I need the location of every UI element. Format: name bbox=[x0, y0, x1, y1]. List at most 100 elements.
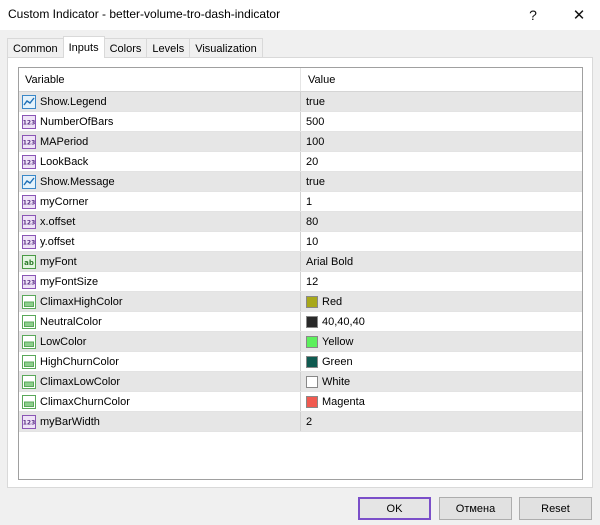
variable-cell[interactable]: ab myFont bbox=[19, 252, 301, 271]
value-cell[interactable]: Yellow bbox=[301, 332, 582, 351]
table-row[interactable]: 123 MAPeriod 100 bbox=[19, 132, 582, 152]
table-row[interactable]: 123 y.offset 10 bbox=[19, 232, 582, 252]
color-swatch[interactable] bbox=[306, 315, 318, 328]
tab-strip: Common Inputs Colors Levels Visualizatio… bbox=[7, 36, 263, 58]
variable-name: y.offset bbox=[40, 235, 75, 248]
value-cell[interactable]: White bbox=[301, 372, 582, 391]
variable-name: myFont bbox=[40, 255, 77, 268]
int-icon: 123 bbox=[21, 234, 37, 250]
variable-cell[interactable]: LowColor bbox=[19, 332, 301, 351]
tab-inputs[interactable]: Inputs bbox=[62, 36, 105, 58]
ok-button[interactable]: OK bbox=[358, 497, 431, 520]
variable-name: LookBack bbox=[40, 155, 89, 168]
variable-cell[interactable]: 123 x.offset bbox=[19, 212, 301, 231]
value-cell[interactable]: Red bbox=[301, 292, 582, 311]
table-row[interactable]: ClimaxChurnColor Magenta bbox=[19, 392, 582, 412]
bool-icon bbox=[21, 94, 37, 110]
value-cell[interactable]: Magenta bbox=[301, 392, 582, 411]
table-row[interactable]: HighChurnColor Green bbox=[19, 352, 582, 372]
tab-levels[interactable]: Levels bbox=[146, 38, 191, 58]
table-row[interactable]: NeutralColor 40,40,40 bbox=[19, 312, 582, 332]
table-row[interactable]: 123 LookBack 20 bbox=[19, 152, 582, 172]
header-variable[interactable]: Variable bbox=[19, 68, 301, 91]
close-button[interactable]: ✕ bbox=[556, 0, 600, 30]
value-cell[interactable]: 80 bbox=[301, 212, 582, 231]
variable-name: LowColor bbox=[40, 335, 87, 348]
value-cell[interactable]: 20 bbox=[301, 152, 582, 171]
cancel-button[interactable]: Отмена bbox=[439, 497, 512, 520]
variable-value: White bbox=[322, 375, 351, 388]
color-swatch[interactable] bbox=[306, 355, 318, 368]
table-row[interactable]: 123 myCorner 1 bbox=[19, 192, 582, 212]
color-swatch[interactable] bbox=[306, 295, 318, 308]
variable-cell[interactable]: ClimaxChurnColor bbox=[19, 392, 301, 411]
int-icon: 123 bbox=[21, 134, 37, 150]
variable-cell[interactable]: NeutralColor bbox=[19, 312, 301, 331]
svg-text:123: 123 bbox=[23, 119, 36, 126]
variable-cell[interactable]: 123 LookBack bbox=[19, 152, 301, 171]
variable-value: 12 bbox=[306, 275, 319, 288]
value-cell[interactable]: 500 bbox=[301, 112, 582, 131]
variable-cell[interactable]: HighChurnColor bbox=[19, 352, 301, 371]
table-row[interactable]: LowColor Yellow bbox=[19, 332, 582, 352]
variable-name: Show.Legend bbox=[40, 95, 107, 108]
color-icon bbox=[21, 374, 37, 390]
table-row[interactable]: 123 myBarWidth 2 bbox=[19, 412, 582, 432]
variable-cell[interactable]: 123 myFontSize bbox=[19, 272, 301, 291]
value-cell[interactable]: 1 bbox=[301, 192, 582, 211]
variable-name: ClimaxChurnColor bbox=[40, 395, 130, 408]
table-row[interactable]: ClimaxHighColor Red bbox=[19, 292, 582, 312]
tab-visualization[interactable]: Visualization bbox=[189, 38, 263, 58]
tab-colors[interactable]: Colors bbox=[103, 38, 148, 58]
color-swatch[interactable] bbox=[306, 335, 318, 348]
dialog-body: Common Inputs Colors Levels Visualizatio… bbox=[0, 30, 600, 525]
help-button[interactable]: ? bbox=[510, 0, 556, 30]
bool-icon bbox=[21, 174, 37, 190]
table-row[interactable]: 123 myFontSize 12 bbox=[19, 272, 582, 292]
variable-cell[interactable]: Show.Message bbox=[19, 172, 301, 191]
int-icon: 123 bbox=[21, 414, 37, 430]
grid-rows: Show.Legend true 123 NumberOfBars 500 123 MAPe… bbox=[19, 92, 582, 432]
svg-text:ab: ab bbox=[24, 259, 34, 267]
variable-cell[interactable]: 123 y.offset bbox=[19, 232, 301, 251]
color-icon bbox=[21, 294, 37, 310]
variable-value: 1 bbox=[306, 195, 313, 208]
value-cell[interactable]: 100 bbox=[301, 132, 582, 151]
variable-name: myFontSize bbox=[40, 275, 99, 288]
inputs-panel: Variable Value Show.Legend true 123 NumberO… bbox=[7, 57, 593, 488]
title-bar: Custom Indicator - better-volume-tro-das… bbox=[0, 0, 600, 30]
color-swatch[interactable] bbox=[306, 375, 318, 388]
table-row[interactable]: 123 NumberOfBars 500 bbox=[19, 112, 582, 132]
variable-value: Magenta bbox=[322, 395, 365, 408]
table-row[interactable]: 123 x.offset 80 bbox=[19, 212, 582, 232]
table-row[interactable]: Show.Message true bbox=[19, 172, 582, 192]
value-cell[interactable]: 2 bbox=[301, 412, 582, 431]
int-icon: 123 bbox=[21, 194, 37, 210]
variable-cell[interactable]: 123 myCorner bbox=[19, 192, 301, 211]
table-row[interactable]: ab myFont Arial Bold bbox=[19, 252, 582, 272]
value-cell[interactable]: 12 bbox=[301, 272, 582, 291]
variable-value: Arial Bold bbox=[306, 255, 354, 268]
variable-cell[interactable]: 123 MAPeriod bbox=[19, 132, 301, 151]
value-cell[interactable]: 40,40,40 bbox=[301, 312, 582, 331]
value-cell[interactable]: true bbox=[301, 92, 582, 111]
value-cell[interactable]: Arial Bold bbox=[301, 252, 582, 271]
table-row[interactable]: ClimaxLowColor White bbox=[19, 372, 582, 392]
variable-cell[interactable]: ClimaxHighColor bbox=[19, 292, 301, 311]
reset-button[interactable]: Reset bbox=[519, 497, 592, 520]
variable-cell[interactable]: 123 myBarWidth bbox=[19, 412, 301, 431]
variable-cell[interactable]: 123 NumberOfBars bbox=[19, 112, 301, 131]
variable-name: ClimaxHighColor bbox=[40, 295, 123, 308]
header-value[interactable]: Value bbox=[301, 68, 582, 91]
window-title: Custom Indicator - better-volume-tro-das… bbox=[8, 7, 281, 21]
table-row[interactable]: Show.Legend true bbox=[19, 92, 582, 112]
variable-name: Show.Message bbox=[40, 175, 115, 188]
tab-common[interactable]: Common bbox=[7, 38, 64, 58]
value-cell[interactable]: 10 bbox=[301, 232, 582, 251]
value-cell[interactable]: Green bbox=[301, 352, 582, 371]
variable-cell[interactable]: Show.Legend bbox=[19, 92, 301, 111]
variable-cell[interactable]: ClimaxLowColor bbox=[19, 372, 301, 391]
value-cell[interactable]: true bbox=[301, 172, 582, 191]
variable-name: myBarWidth bbox=[40, 415, 100, 428]
color-swatch[interactable] bbox=[306, 395, 318, 408]
